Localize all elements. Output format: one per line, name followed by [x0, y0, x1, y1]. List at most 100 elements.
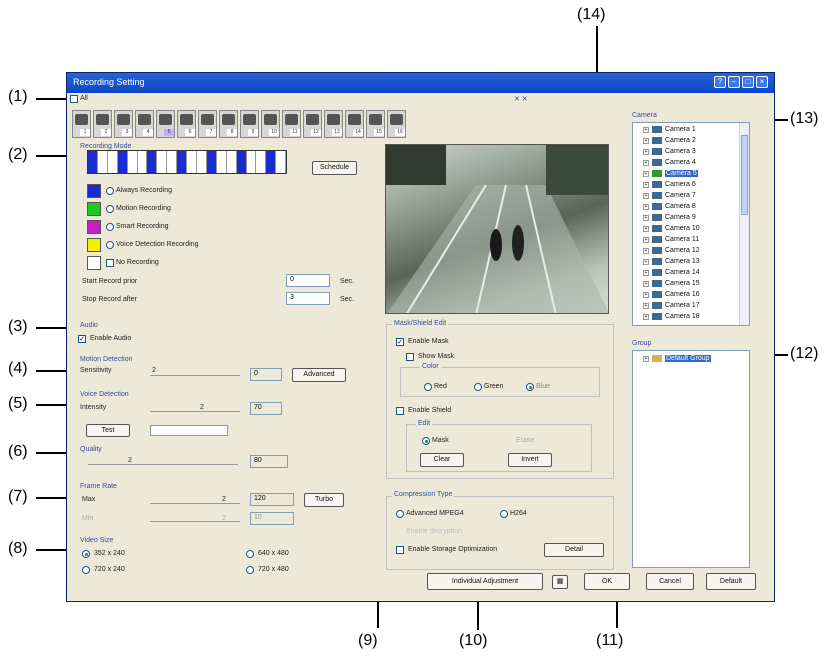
expand-icon[interactable]: +: [643, 203, 649, 210]
test-button[interactable]: Test: [86, 424, 130, 437]
expand-icon[interactable]: +: [643, 192, 649, 199]
expand-icon[interactable]: +: [643, 170, 649, 177]
color-red-radio[interactable]: [424, 383, 432, 391]
help-icon[interactable]: ?: [714, 76, 726, 88]
schedule-grid[interactable]: [87, 150, 287, 174]
camera-tree-item[interactable]: + Camera 1: [643, 126, 696, 133]
ok-button[interactable]: OK: [584, 573, 630, 590]
advanced-button[interactable]: Advanced: [292, 368, 346, 382]
expand-icon[interactable]: +: [643, 313, 649, 320]
camera-tree[interactable]: + Camera 1 + Camera 2 + Camera 3 + Camera 4 + Cam…: [632, 122, 750, 326]
enable-audio-checkbox[interactable]: ✓: [78, 335, 86, 343]
start-record-field[interactable]: 0: [286, 274, 330, 287]
scroll-thumb[interactable]: [741, 135, 748, 215]
size-640-radio[interactable]: [246, 550, 254, 558]
camera-tree-item[interactable]: + Camera 3: [643, 148, 696, 155]
camera-tile[interactable]: 5: [156, 110, 175, 138]
camera-tile[interactable]: 13: [324, 110, 343, 138]
camera-tile[interactable]: 6: [177, 110, 196, 138]
sensitivity-field[interactable]: 0: [250, 368, 282, 381]
strip-close-icon[interactable]: ✕ ✕: [514, 95, 528, 103]
camera-tree-item[interactable]: + Camera 10: [643, 225, 700, 232]
camera-tree-item[interactable]: + Camera 11: [643, 236, 699, 243]
always-recording-radio[interactable]: [106, 187, 114, 195]
expand-icon[interactable]: +: [643, 355, 649, 362]
intensity-field[interactable]: 70: [250, 402, 282, 415]
group-tree[interactable]: + Default Group: [632, 350, 750, 568]
stop-record-field[interactable]: 3: [286, 292, 330, 305]
expand-icon[interactable]: +: [643, 126, 649, 133]
camera-tree-item[interactable]: + Camera 12: [643, 247, 700, 254]
h264-radio[interactable]: [500, 510, 508, 518]
expand-icon[interactable]: +: [643, 159, 649, 166]
sensitivity-slider[interactable]: [150, 375, 240, 376]
frame-min-slider[interactable]: [150, 521, 240, 522]
expand-icon[interactable]: +: [643, 214, 649, 221]
frame-max-field[interactable]: 120: [250, 493, 294, 506]
enable-mask-checkbox[interactable]: ✓: [396, 338, 404, 346]
camera-tree-item[interactable]: + Camera 16: [643, 291, 700, 298]
group-item[interactable]: + Default Group: [643, 355, 711, 362]
all-checkbox[interactable]: [70, 95, 78, 103]
camera-tile[interactable]: 8: [219, 110, 238, 138]
camera-tree-item[interactable]: + Camera 5: [643, 170, 698, 177]
intensity-slider[interactable]: [150, 411, 240, 412]
schedule-button[interactable]: Schedule: [312, 161, 357, 175]
cancel-button[interactable]: Cancel: [646, 573, 694, 590]
camera-tile[interactable]: 2: [93, 110, 112, 138]
expand-icon[interactable]: +: [643, 247, 649, 254]
camera-tree-item[interactable]: + Camera 6: [643, 181, 696, 188]
expand-icon[interactable]: +: [643, 181, 649, 188]
camera-tile[interactable]: 11: [282, 110, 301, 138]
camera-tree-item[interactable]: + Camera 4: [643, 159, 696, 166]
camera-tile[interactable]: 10: [261, 110, 280, 138]
camera-tree-item[interactable]: + Camera 8: [643, 203, 696, 210]
camera-tree-item[interactable]: + Camera 9: [643, 214, 696, 221]
camera-tree-item[interactable]: + Camera 7: [643, 192, 696, 199]
camera-tile[interactable]: 4: [135, 110, 154, 138]
storage-optimization-checkbox[interactable]: [396, 546, 404, 554]
camera-tree-item[interactable]: + Camera 2: [643, 137, 696, 144]
camera-snapshot-icon[interactable]: ▦: [552, 575, 568, 589]
camera-tree-item[interactable]: + Camera 17: [643, 302, 700, 309]
default-button[interactable]: Default: [706, 573, 756, 590]
enable-shield-checkbox[interactable]: [396, 407, 404, 415]
camera-tree-item[interactable]: + Camera 13: [643, 258, 700, 265]
size-720x480-radio[interactable]: [246, 566, 254, 574]
smart-recording-radio[interactable]: [106, 223, 114, 231]
expand-icon[interactable]: +: [643, 236, 649, 243]
camera-tile[interactable]: 1: [72, 110, 91, 138]
frame-max-slider[interactable]: [150, 503, 240, 504]
camera-tree-item[interactable]: + Camera 18: [643, 313, 700, 320]
detail-button[interactable]: Detail: [544, 543, 604, 557]
camera-tree-item[interactable]: + Camera 14: [643, 269, 700, 276]
maximize-icon[interactable]: □: [742, 76, 754, 88]
advanced-mpeg4-radio[interactable]: [396, 510, 404, 518]
expand-icon[interactable]: +: [643, 258, 649, 265]
expand-icon[interactable]: +: [643, 291, 649, 298]
voice-recording-radio[interactable]: [106, 241, 114, 249]
expand-icon[interactable]: +: [643, 137, 649, 144]
camera-tree-item[interactable]: + Camera 15: [643, 280, 700, 287]
size-720x240-radio[interactable]: [82, 566, 90, 574]
camera-tree-scrollbar[interactable]: [739, 123, 749, 325]
clear-button[interactable]: Clear: [420, 453, 464, 467]
minimize-icon[interactable]: –: [728, 76, 740, 88]
close-icon[interactable]: ×: [756, 76, 768, 88]
camera-tile[interactable]: 14: [345, 110, 364, 138]
camera-tile[interactable]: 7: [198, 110, 217, 138]
edit-mask-radio[interactable]: [422, 437, 430, 445]
motion-recording-radio[interactable]: [106, 205, 114, 213]
quality-slider[interactable]: [88, 464, 238, 465]
frame-min-field[interactable]: 10: [250, 512, 294, 525]
show-mask-checkbox[interactable]: [406, 353, 414, 361]
camera-tile[interactable]: 15: [366, 110, 385, 138]
expand-icon[interactable]: +: [643, 280, 649, 287]
turbo-button[interactable]: Turbo: [304, 493, 344, 507]
camera-tile[interactable]: 12: [303, 110, 322, 138]
expand-icon[interactable]: +: [643, 269, 649, 276]
color-blue-radio[interactable]: [526, 383, 534, 391]
camera-tile[interactable]: 16: [387, 110, 406, 138]
camera-tile[interactable]: 9: [240, 110, 259, 138]
expand-icon[interactable]: +: [643, 225, 649, 232]
